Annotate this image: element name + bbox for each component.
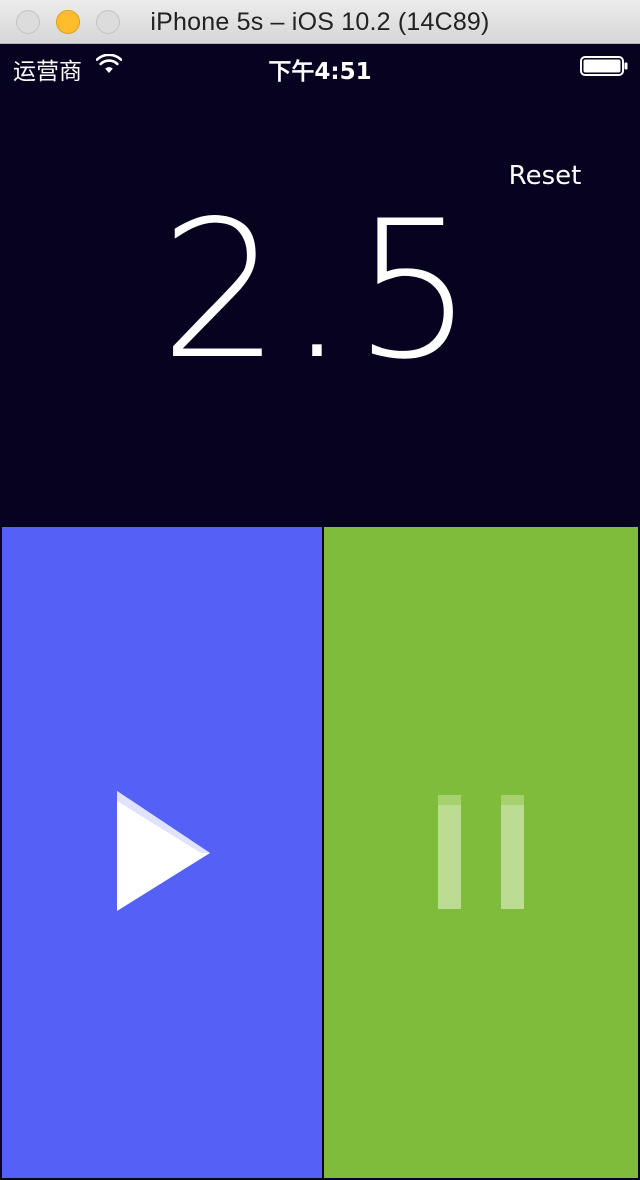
status-time: 下午4:51 bbox=[268, 59, 372, 85]
pause-button[interactable] bbox=[324, 527, 638, 1178]
pause-icon bbox=[438, 795, 524, 909]
simulator-window: iPhone 5s – iOS 10.2 (14C89) 运营商 下午4:51 … bbox=[0, 0, 640, 1180]
battery-full-icon bbox=[580, 56, 628, 76]
title-bar: iPhone 5s – iOS 10.2 (14C89) bbox=[0, 0, 640, 44]
play-icon bbox=[117, 791, 210, 911]
play-button[interactable] bbox=[2, 527, 322, 1178]
elapsed-time-display: 2.5 bbox=[159, 180, 481, 401]
window-title: iPhone 5s – iOS 10.2 (14C89) bbox=[150, 8, 490, 36]
status-bar: 运营商 下午4:51 bbox=[0, 44, 640, 86]
